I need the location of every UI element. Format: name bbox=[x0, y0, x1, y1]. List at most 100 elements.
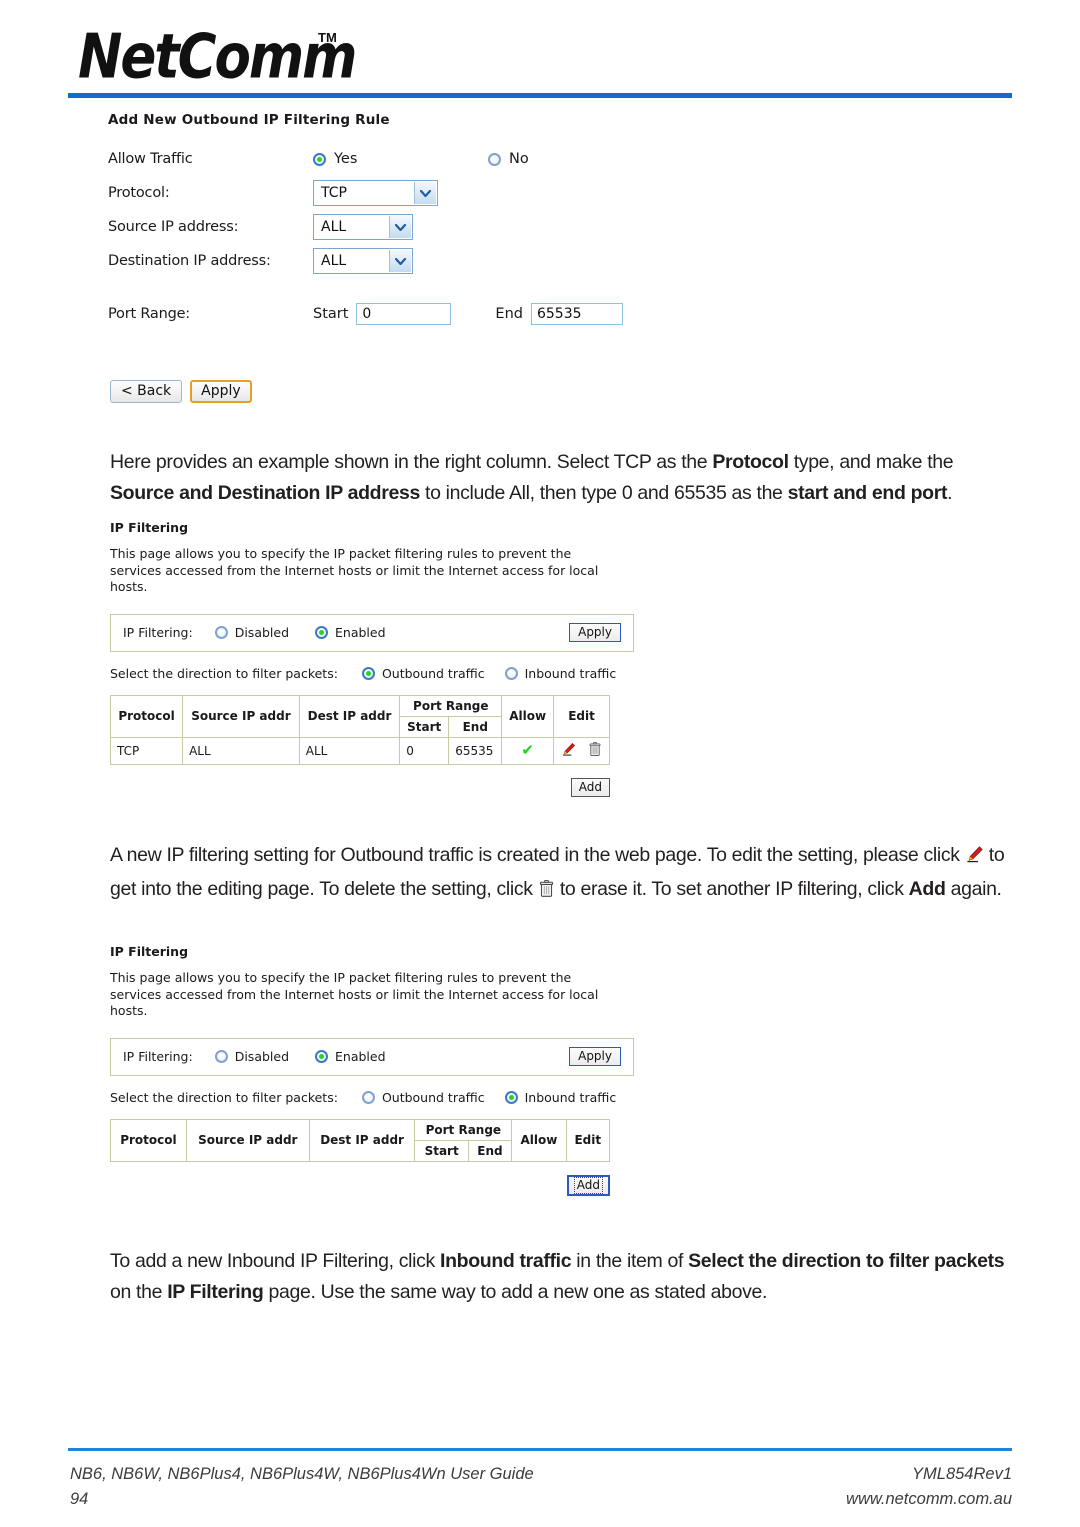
cell-dest-ip: ALL bbox=[298, 736, 401, 765]
add-new-outbound-rule-form: Add New Outbound IP Filtering Rule Allow… bbox=[108, 112, 808, 328]
radio-disabled-icon[interactable] bbox=[214, 626, 228, 639]
trash-icon[interactable] bbox=[588, 741, 602, 760]
footer-left-block: NB6, NB6W, NB6Plus4, NB6Plus4W, NB6Plus4… bbox=[70, 1462, 534, 1512]
panel1-apply-button[interactable]: Apply bbox=[569, 623, 621, 642]
page-header: NetComm TM bbox=[0, 0, 1080, 100]
panel2-rules-table: Protocol Source IP addr Dest IP addr Por… bbox=[110, 1118, 611, 1162]
panel1-add-button[interactable]: Add bbox=[570, 777, 610, 797]
th-port-start: Start bbox=[399, 715, 450, 738]
footer-website-url: www.netcomm.com.au bbox=[846, 1490, 1012, 1508]
panel2-enabled-option[interactable]: Enabled bbox=[315, 1049, 386, 1064]
panel1-enabled-option[interactable]: Enabled bbox=[315, 625, 386, 640]
cell-source-ip: ALL bbox=[182, 736, 300, 765]
form-title: Add New Outbound IP Filtering Rule bbox=[108, 112, 390, 128]
form-button-bar: < Back Apply bbox=[110, 380, 252, 403]
radio-no-icon[interactable] bbox=[488, 152, 501, 166]
cell-port-start: 0 bbox=[399, 736, 450, 765]
chevron-down-icon[interactable] bbox=[389, 216, 411, 238]
panel2-enabled-label: Enabled bbox=[335, 1049, 386, 1064]
p1-bold-protocol: Protocol bbox=[712, 451, 789, 473]
pencil-icon[interactable] bbox=[561, 742, 576, 760]
panel1-filter-bar: IP Filtering: Disabled Enabled Apply bbox=[110, 613, 634, 652]
protocol-select[interactable]: TCP bbox=[313, 180, 438, 206]
p1-part-a: Here provides an example shown in the ri… bbox=[110, 451, 713, 473]
port-end-input[interactable]: 65535 bbox=[530, 303, 623, 325]
panel1-direction-label: Select the direction to filter packets: bbox=[110, 665, 338, 681]
panel2-outbound-option[interactable]: Outbound traffic bbox=[361, 1089, 485, 1105]
panel2-add-button[interactable]: Add bbox=[566, 1174, 610, 1196]
port-start-input[interactable]: 0 bbox=[356, 303, 452, 325]
panel1-direction-row: Select the direction to filter packets: … bbox=[110, 666, 634, 681]
panel2-inbound-option[interactable]: Inbound traffic bbox=[504, 1089, 617, 1105]
p1-bold-start-end: start and end port bbox=[787, 482, 948, 504]
chevron-down-icon[interactable] bbox=[414, 182, 436, 204]
radio-disabled-icon[interactable] bbox=[214, 1050, 228, 1063]
panel2-inbound-label: Inbound traffic bbox=[524, 1089, 617, 1105]
radio-outbound-icon[interactable] bbox=[361, 1090, 375, 1104]
apply-button[interactable]: Apply bbox=[190, 380, 252, 403]
footer-divider bbox=[68, 1448, 1012, 1451]
port-range-label: Port Range: bbox=[108, 306, 190, 322]
panel1-rules-table: Protocol Source IP addr Dest IP addr Por… bbox=[109, 694, 610, 765]
panel2-apply-button[interactable]: Apply bbox=[569, 1047, 621, 1066]
panel1-inbound-option[interactable]: Inbound traffic bbox=[504, 665, 617, 681]
radio-enabled-icon[interactable] bbox=[315, 1050, 329, 1063]
p3-bold-ip-filtering: IP Filtering bbox=[167, 1281, 264, 1303]
source-ip-label: Source IP address: bbox=[108, 219, 239, 235]
panel2-outbound-label: Outbound traffic bbox=[381, 1089, 485, 1105]
inline-pencil-icon bbox=[965, 843, 984, 874]
table-header-row: Protocol Source IP addr Dest IP addr Por… bbox=[109, 694, 610, 738]
radio-outbound-icon[interactable] bbox=[361, 666, 375, 680]
radio-yes-icon[interactable] bbox=[313, 152, 326, 166]
chevron-down-icon[interactable] bbox=[389, 250, 411, 272]
th-allow: Allow bbox=[501, 694, 555, 738]
allow-traffic-yes-label: Yes bbox=[334, 151, 358, 167]
panel1-inbound-label: Inbound traffic bbox=[524, 665, 617, 681]
footer-page-number: 94 bbox=[70, 1490, 89, 1508]
port-end-label: End bbox=[495, 306, 523, 322]
p3-part-g: page. Use the same way to add a new one … bbox=[263, 1281, 768, 1303]
th-port-end: End bbox=[467, 1139, 513, 1162]
radio-inbound-icon[interactable] bbox=[504, 1090, 518, 1104]
th-source-ip: Source IP addr bbox=[182, 694, 300, 738]
p3-part-a: To add a new Inbound IP Filtering, click bbox=[110, 1250, 440, 1272]
allow-traffic-yes-option[interactable]: Yes bbox=[313, 151, 488, 167]
source-ip-selected-value: ALL bbox=[321, 219, 347, 235]
th-edit: Edit bbox=[565, 1118, 611, 1162]
th-protocol: Protocol bbox=[109, 694, 184, 738]
th-port-start: Start bbox=[414, 1139, 469, 1162]
allowed-check-icon: ✔ bbox=[521, 740, 534, 759]
panel2-disabled-option[interactable]: Disabled bbox=[214, 1049, 289, 1064]
allow-traffic-no-option[interactable]: No bbox=[488, 151, 529, 167]
panel2-direction-label: Select the direction to filter packets: bbox=[110, 1089, 338, 1105]
cell-protocol: TCP bbox=[109, 736, 184, 765]
allow-traffic-label: Allow Traffic bbox=[108, 151, 193, 167]
p2-part-c: to erase it. To set another IP filtering… bbox=[554, 878, 909, 900]
panel1-title: IP Filtering bbox=[110, 520, 189, 535]
panel1-enabled-label: Enabled bbox=[335, 625, 386, 640]
back-button[interactable]: < Back bbox=[110, 380, 183, 403]
source-ip-row: Source IP address: ALL bbox=[108, 210, 808, 244]
source-ip-select[interactable]: ALL bbox=[313, 214, 413, 240]
p2-bold-add: Add bbox=[908, 878, 946, 900]
panel2-title: IP Filtering bbox=[110, 944, 189, 959]
panel1-disabled-label: Disabled bbox=[234, 625, 290, 640]
protocol-selected-value: TCP bbox=[321, 185, 347, 201]
th-port-end: End bbox=[448, 715, 503, 738]
destination-ip-select[interactable]: ALL bbox=[313, 248, 413, 274]
panel1-outbound-option[interactable]: Outbound traffic bbox=[361, 666, 485, 681]
p1-bold-source-dest: Source and Destination IP address bbox=[110, 482, 420, 504]
port-start-label: Start bbox=[313, 306, 349, 322]
p3-part-e: on the bbox=[110, 1281, 168, 1303]
radio-inbound-icon[interactable] bbox=[504, 666, 518, 680]
panel2-description: This page allows you to specify the IP p… bbox=[110, 970, 599, 1018]
radio-enabled-icon[interactable] bbox=[315, 626, 329, 639]
panel1-filter-label: IP Filtering: bbox=[123, 625, 193, 640]
ip-filtering-panel-outbound: IP Filtering This page allows you to spe… bbox=[109, 520, 634, 797]
destination-ip-row: Destination IP address: ALL bbox=[108, 244, 808, 278]
panel1-disabled-option[interactable]: Disabled bbox=[214, 625, 290, 640]
allow-traffic-row: Allow Traffic Yes No bbox=[108, 142, 808, 176]
th-edit: Edit bbox=[553, 694, 610, 738]
panel2-filter-bar: IP Filtering: Disabled Enabled Apply bbox=[110, 1037, 634, 1076]
destination-ip-selected-value: ALL bbox=[321, 253, 347, 269]
